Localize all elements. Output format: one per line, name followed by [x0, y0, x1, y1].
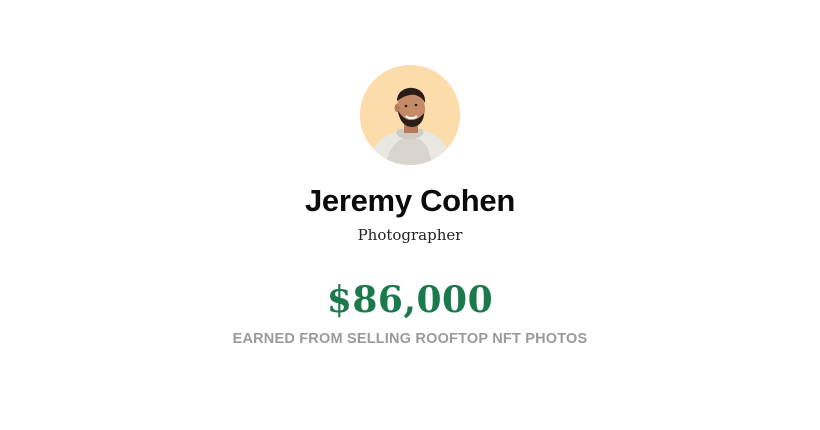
avatar	[360, 65, 460, 165]
profile-card: Jeremy Cohen Photographer $86,000 EARNED…	[0, 0, 820, 430]
earnings-caption: EARNED FROM SELLING ROOFTOP NFT PHOTOS	[232, 331, 588, 347]
profile-name: Jeremy Cohen	[304, 183, 516, 218]
profile-role: Photographer	[357, 226, 463, 244]
earnings-amount: $86,000	[326, 279, 494, 321]
person-photo-avatar-icon	[360, 65, 460, 165]
